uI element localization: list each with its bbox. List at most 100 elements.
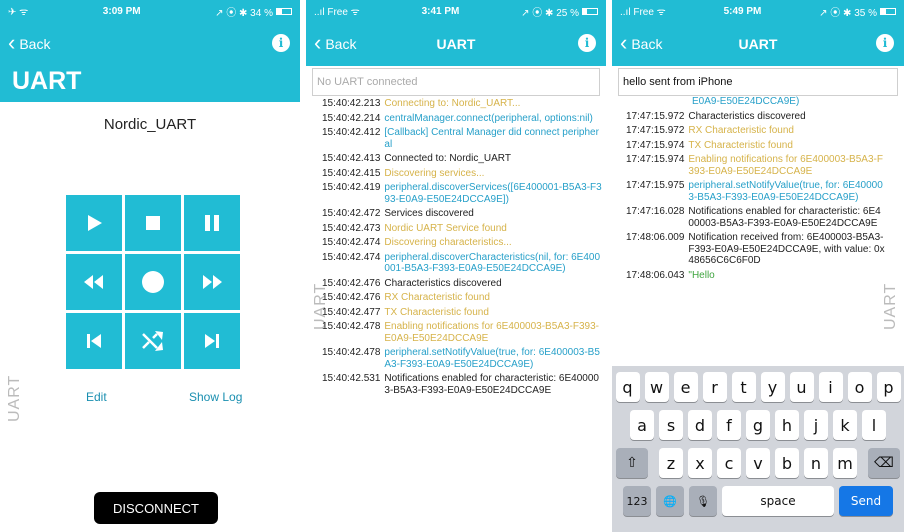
navigation-bar: ‹ Back i xyxy=(0,22,300,66)
key-m[interactable]: m xyxy=(833,448,857,478)
pause-button[interactable] xyxy=(184,195,240,251)
key-z[interactable]: z xyxy=(659,448,683,478)
stop-button[interactable] xyxy=(125,195,181,251)
backspace-key[interactable]: ⌫ xyxy=(868,448,900,478)
log-row: E0A9-E50E24DCCA9E) xyxy=(626,96,886,108)
key-l[interactable]: l xyxy=(862,410,886,440)
log-row: 15:40:42.214 centralManager.connect(perip… xyxy=(322,113,602,125)
key-u[interactable]: u xyxy=(789,372,814,402)
log-row: 15:40:42.419 peripheral.discoverServices(… xyxy=(322,182,602,205)
key-v[interactable]: v xyxy=(746,448,770,478)
key-t[interactable]: t xyxy=(731,372,756,402)
key-h[interactable]: h xyxy=(775,410,799,440)
log-message: peripheral.discoverServices([6E400001-B5… xyxy=(384,182,602,205)
info-icon[interactable]: i xyxy=(272,34,290,52)
key-r[interactable]: r xyxy=(702,372,727,402)
log-timestamp: 15:40:42.213 xyxy=(322,98,381,109)
uart-input[interactable]: hello sent from iPhone xyxy=(618,68,898,96)
key-p[interactable]: p xyxy=(876,372,901,402)
skip-forward-button[interactable] xyxy=(184,313,240,369)
log-timestamp: 17:47:16.028 xyxy=(626,206,685,217)
log-list[interactable]: E0A9-E50E24DCCA9E) 17:47:15.972 Characteri… xyxy=(612,96,904,366)
key-n[interactable]: n xyxy=(804,448,828,478)
key-e[interactable]: e xyxy=(673,372,698,402)
back-label: Back xyxy=(631,36,663,52)
log-row: 17:47:15.974 Enabling notifications for 6… xyxy=(626,154,886,177)
control-grid xyxy=(66,195,241,370)
key-g[interactable]: g xyxy=(746,410,770,440)
keyboard-row-1: qwertyuiop xyxy=(615,372,901,402)
key-y[interactable]: y xyxy=(760,372,785,402)
record-button[interactable] xyxy=(125,254,181,310)
back-button[interactable]: ‹ Back xyxy=(0,32,50,54)
key-c[interactable]: c xyxy=(717,448,741,478)
key-x[interactable]: x xyxy=(688,448,712,478)
back-button[interactable]: ‹ Back xyxy=(306,30,356,55)
key-i[interactable]: i xyxy=(818,372,843,402)
skip-back-button[interactable] xyxy=(66,313,122,369)
key-f[interactable]: f xyxy=(717,410,741,440)
log-row: 15:40:42.472 Services discovered xyxy=(322,208,602,220)
chevron-left-icon: ‹ xyxy=(620,30,628,55)
play-button[interactable] xyxy=(66,195,122,251)
key-q[interactable]: q xyxy=(615,372,640,402)
log-row: 15:40:42.478 Enabling notifications for 6… xyxy=(322,321,602,344)
log-timestamp: 15:40:42.415 xyxy=(322,167,381,179)
status-bar: ✈ ᯤ 3:09 PM ↗ ⦿ ✱ 34 % xyxy=(0,0,300,22)
shift-key[interactable]: ⇧ xyxy=(616,448,648,478)
log-message: peripheral.setNotifyValue(true, for: 6E4… xyxy=(688,180,883,203)
log-timestamp: 17:47:15.972 xyxy=(626,110,685,122)
uart-input[interactable]: No UART connected xyxy=(312,68,600,96)
status-time: 3:41 PM xyxy=(421,5,460,17)
log-timestamp: 15:40:42.478 xyxy=(322,321,381,332)
microphone-icon[interactable]: 🎙 xyxy=(689,486,717,516)
status-left: ..ıl Free ᯤ xyxy=(620,7,666,18)
log-message: peripheral.discoverCharacteristics(nil, … xyxy=(384,251,601,275)
key-o[interactable]: o xyxy=(847,372,872,402)
fast-forward-icon xyxy=(203,275,222,289)
log-timestamp: 17:47:15.975 xyxy=(626,180,685,191)
chevron-left-icon: ‹ xyxy=(314,30,322,55)
log-message: E0A9-E50E24DCCA9E) xyxy=(692,96,800,107)
status-bar: ..ıl Free ᯤ 3:41 PM ↗ ⦿ ✱ 25 % xyxy=(306,0,606,22)
key-j[interactable]: j xyxy=(804,410,828,440)
skip-back-icon xyxy=(87,334,101,348)
info-icon[interactable]: i xyxy=(578,34,596,52)
log-list[interactable]: 15:40:42.213 Connecting to: Nordic_UART..… xyxy=(306,98,606,532)
space-key[interactable]: space xyxy=(722,486,834,516)
rewind-icon xyxy=(84,275,103,289)
rewind-button[interactable] xyxy=(66,254,122,310)
numbers-key[interactable]: 123 xyxy=(623,486,651,516)
log-row: 17:48:06.009 Notification received from: … xyxy=(626,232,886,267)
log-message: Connected to: Nordic_UART xyxy=(384,153,511,164)
log-row: 17:48:06.043 "Hello xyxy=(626,270,886,282)
key-d[interactable]: d xyxy=(688,410,712,440)
globe-icon[interactable]: 🌐 xyxy=(656,486,684,516)
disconnect-button[interactable]: DISCONNECT xyxy=(94,492,218,524)
edit-link[interactable]: Edit xyxy=(86,390,107,404)
log-timestamp: 17:48:06.043 xyxy=(626,269,685,281)
key-w[interactable]: w xyxy=(644,372,669,402)
log-row: 15:40:42.474 Discovering characteristics.… xyxy=(322,237,602,249)
key-a[interactable]: a xyxy=(630,410,654,440)
info-icon[interactable]: i xyxy=(876,34,894,52)
key-b[interactable]: b xyxy=(775,448,799,478)
log-row: 15:40:42.474 peripheral.discoverCharacter… xyxy=(322,252,602,275)
fast-forward-button[interactable] xyxy=(184,254,240,310)
log-row: 15:40:42.476 Characteristics discovered xyxy=(322,278,602,290)
send-key[interactable]: Send xyxy=(839,486,893,516)
log-message: peripheral.setNotifyValue(true, for: 6E4… xyxy=(384,347,600,370)
status-time: 5:49 PM xyxy=(723,5,762,17)
shuffle-button[interactable] xyxy=(125,313,181,369)
navigation-bar: ‹ Back UART i xyxy=(612,22,904,66)
show-log-link[interactable]: Show Log xyxy=(189,390,242,404)
key-k[interactable]: k xyxy=(833,410,857,440)
log-row: 15:40:42.477 TX Characteristic found xyxy=(322,307,602,319)
uart-side-label: UART xyxy=(6,374,23,422)
record-icon xyxy=(142,271,164,293)
back-button[interactable]: ‹ Back xyxy=(612,30,663,55)
log-row: 15:40:42.412 [Callback] Central Manager d… xyxy=(322,127,602,150)
key-s[interactable]: s xyxy=(659,410,683,440)
status-bar: ..ıl Free ᯤ 5:49 PM ↗ ⦿ ✱ 35 % xyxy=(612,0,904,22)
log-screen-connecting: ..ıl Free ᯤ 3:41 PM ↗ ⦿ ✱ 25 % ‹ Back UA… xyxy=(306,0,606,532)
